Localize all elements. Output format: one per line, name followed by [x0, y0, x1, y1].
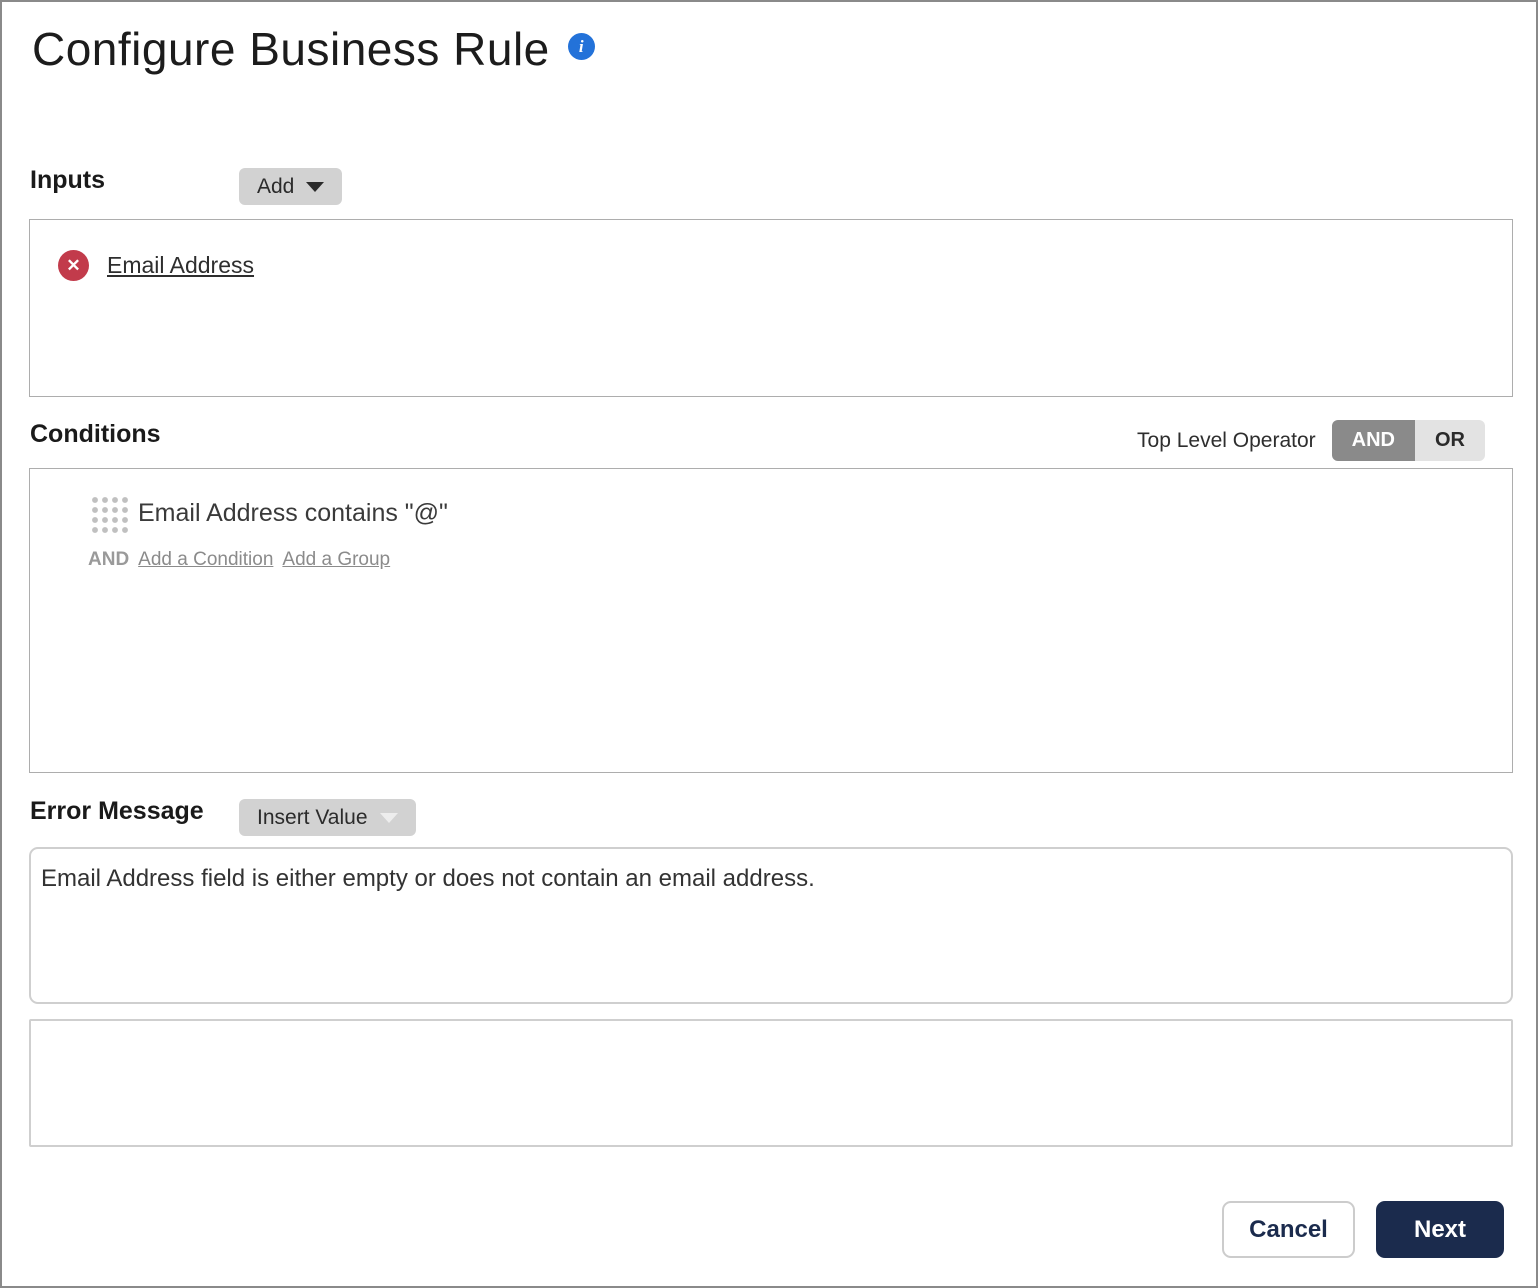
add-input-button-label: Add: [257, 174, 295, 198]
error-message-textarea[interactable]: Email Address field is either empty or d…: [29, 847, 1513, 1004]
drag-handle-icon[interactable]: [88, 493, 128, 533]
top-level-operator-group: Top Level Operator AND OR: [1137, 420, 1485, 461]
input-item-link[interactable]: Email Address: [107, 252, 254, 279]
inputs-section-label: Inputs: [30, 166, 105, 194]
operator-or-toggle[interactable]: OR: [1415, 420, 1485, 461]
configure-business-rule-dialog: Configure Business Rule i Inputs Add ✕ E…: [0, 0, 1538, 1288]
chevron-down-icon: [306, 181, 325, 192]
add-group-link[interactable]: Add a Group: [282, 549, 390, 571]
page-title: Configure Business Rule: [32, 23, 550, 75]
condition-links-row: AND Add a Condition Add a Group: [88, 549, 390, 571]
info-icon[interactable]: i: [567, 33, 595, 60]
condition-row: Email Address contains "@": [88, 493, 448, 533]
conditions-section-label: Conditions: [30, 420, 161, 448]
chevron-down-icon: [379, 812, 398, 823]
inputs-panel: ✕ Email Address: [29, 219, 1513, 397]
input-item: ✕ Email Address: [58, 250, 254, 281]
delete-input-icon[interactable]: ✕: [58, 250, 89, 281]
secondary-empty-box[interactable]: [29, 1019, 1513, 1147]
add-input-button[interactable]: Add: [239, 168, 343, 205]
conditions-panel: Email Address contains "@" AND Add a Con…: [29, 468, 1513, 773]
top-level-operator-label: Top Level Operator: [1137, 428, 1316, 452]
top-level-operator-toggle: AND OR: [1331, 420, 1485, 461]
insert-value-button[interactable]: Insert Value: [239, 799, 416, 836]
condition-text[interactable]: Email Address contains "@": [138, 499, 448, 528]
title-row: Configure Business Rule i: [32, 22, 595, 77]
next-button[interactable]: Next: [1376, 1201, 1504, 1258]
condition-and-label: AND: [88, 549, 130, 570]
add-condition-link[interactable]: Add a Condition: [138, 549, 273, 571]
operator-and-toggle[interactable]: AND: [1331, 420, 1415, 461]
insert-value-button-label: Insert Value: [257, 805, 368, 829]
cancel-button[interactable]: Cancel: [1222, 1201, 1355, 1258]
error-message-section-label: Error Message: [30, 797, 204, 825]
